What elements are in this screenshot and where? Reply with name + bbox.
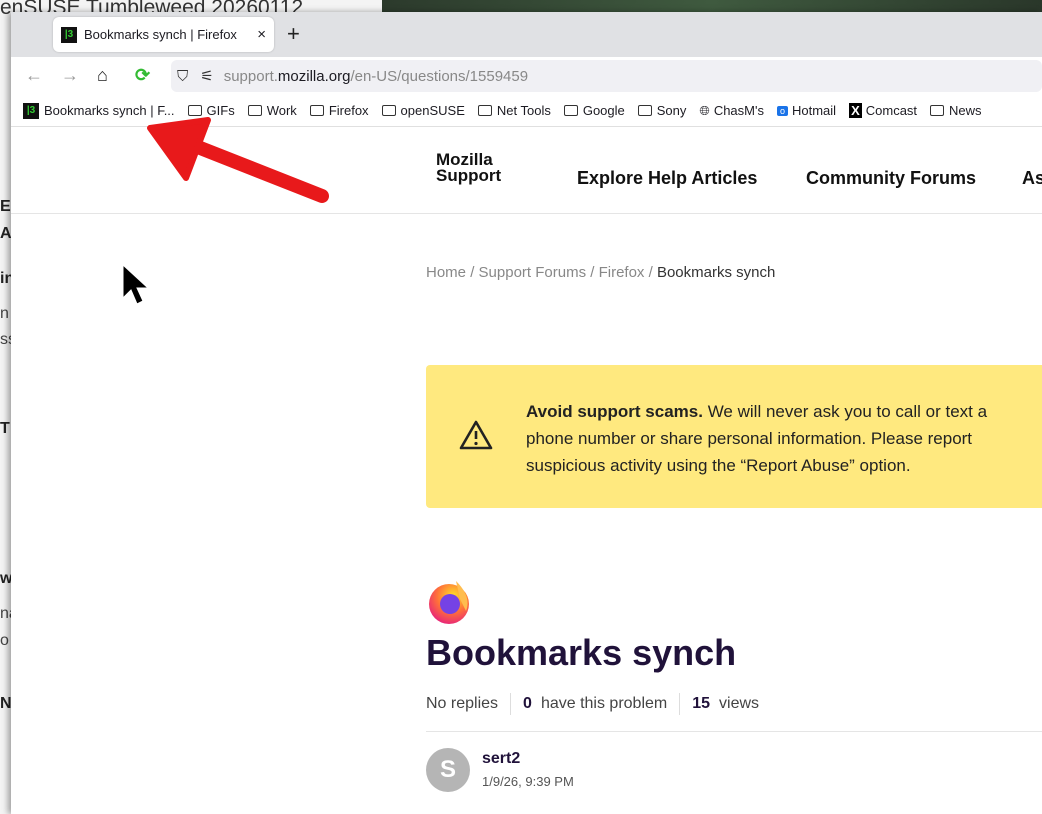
question-stats: No replies 0 have this problem 15 views [426,693,759,715]
bookmark-label: Google [582,103,625,118]
bookmark-label: Net Tools [496,103,551,118]
folder-icon [309,105,324,116]
nav-community-forums[interactable]: Community Forums [806,168,976,189]
bg-fragment: n [0,305,9,322]
url-bar[interactable]: ⛉ ⚟ support. mozilla.org/en-US/questions/… [171,60,1042,92]
bookmark-label: openSUSE [400,103,465,118]
folder-icon [930,105,945,116]
bg-fragment: E [0,198,11,215]
bg-fragment: o [0,632,9,649]
breadcrumb-home[interactable]: Home [426,264,466,281]
warning-icon [459,420,493,450]
post-date: 1/9/26, 9:39 PM [482,774,574,789]
bookmark-label: Hotmail [792,103,837,118]
home-icon[interactable]: ⌂ [97,65,108,86]
bookmark-hotmail[interactable]: o Hotmail [776,103,837,118]
bg-fragment: T [0,420,10,437]
bookmarks-toolbar: |3 Bookmarks synch | F... GIFs Work Firef… [11,95,1042,127]
close-tab-button[interactable]: × [257,26,266,43]
bookmark-label: Comcast [865,103,918,118]
folder-icon [381,105,396,116]
avatar[interactable]: S [426,748,470,792]
bg-fragment: A [0,225,12,242]
breadcrumb-current: Bookmarks synch [656,264,776,281]
breadcrumb-support-forums[interactable]: Support Forums [479,264,587,281]
folder-icon [477,105,492,116]
bookmark-chasms[interactable]: 🌐︎ ChasM's [699,103,764,119]
bookmark-label: Firefox [328,103,369,118]
bookmark-bookmarks-synch[interactable]: |3 Bookmarks synch | F... [23,102,175,119]
nav-ask-a-question[interactable]: As [1022,168,1042,189]
folder-icon [563,105,578,116]
site-favicon-icon: |3 [23,102,39,119]
url-prefix: support. [223,67,278,85]
shield-icon[interactable]: ⛉ [177,68,188,85]
views-count: 15 [692,695,711,712]
extension-reload-icon[interactable]: ⟳ [135,65,150,86]
x-logo-icon: X [849,103,862,118]
back-arrow-icon[interactable]: ← [25,65,43,86]
problem-count: 0 [523,695,532,712]
page-content: Mozilla Support Explore Help Articles Com… [11,127,1042,814]
url-path: /en-US/questions/1559459 [350,67,529,85]
bookmark-comcast[interactable]: X Comcast [849,103,917,118]
desktop-background [382,0,1042,12]
bookmark-label: News [949,103,982,118]
bookmark-folder-news[interactable]: News [930,103,982,118]
bookmark-folder-sony[interactable]: Sony [637,103,687,118]
tab-title: Bookmarks synch | Firefox [84,27,237,42]
nav-explore-help-articles[interactable]: Explore Help Articles [577,168,757,189]
bookmark-folder-firefox[interactable]: Firefox [309,103,369,118]
bookmark-folder-work[interactable]: Work [247,103,297,118]
folder-icon [637,105,652,116]
divider [679,693,681,715]
nav-toolbar: ← → ⌂ ⟳ ⛉ ⚟ support. mozilla.org/en-US/qu… [11,57,1042,95]
divider [426,731,1042,732]
post-author[interactable]: sert2 [482,750,520,768]
url-domain: mozilla.org [277,67,351,85]
firefox-logo-icon [429,581,469,624]
bookmark-label: Bookmarks synch | F... [44,103,175,118]
mozilla-support-logo[interactable]: Mozilla Support [436,151,502,185]
folder-icon [247,105,262,116]
replies-count: No replies [426,695,499,712]
permissions-icon[interactable]: ⚟ [200,67,213,85]
bookmark-folder-google[interactable]: Google [563,103,625,118]
site-favicon-icon: |3 [61,26,77,43]
forward-arrow-icon[interactable]: → [61,65,79,86]
site-header: Mozilla Support Explore Help Articles Com… [11,127,1042,214]
problem-label: have this problem [540,695,668,712]
bookmark-label: Work [266,103,297,118]
breadcrumb-sep: / [648,264,653,281]
bookmark-label: Sony [656,103,687,118]
question-title: Bookmarks synch [426,632,737,673]
bookmark-folder-net-tools[interactable]: Net Tools [477,103,551,118]
globe-icon: 🌐︎ [699,102,710,118]
folder-icon [187,105,202,116]
breadcrumb-firefox[interactable]: Firefox [599,264,645,281]
bookmark-label: ChasM's [713,103,764,118]
bg-fragment: N [0,695,12,712]
breadcrumb-sep: / [470,264,475,281]
breadcrumb-sep: / [590,264,595,281]
scam-warning-banner: Avoid support scams. We will never ask y… [426,365,1042,508]
browser-window: |3 Bookmarks synch | Firefox × + ← → ⌂ ⟳… [11,12,1042,814]
bookmark-folder-opensuse[interactable]: openSUSE [381,103,465,118]
views-label: views [719,695,760,712]
tab-active[interactable]: |3 Bookmarks synch | Firefox × [53,17,274,52]
bookmark-folder-gifs[interactable]: GIFs [187,103,235,118]
outlook-icon: o [776,105,788,116]
divider [510,693,512,715]
alert-heading: Avoid support scams. [526,402,703,421]
logo-line: Support [436,166,502,185]
bookmark-label: GIFs [206,103,235,118]
new-tab-button[interactable]: + [287,21,300,47]
tab-strip: |3 Bookmarks synch | Firefox × + [11,12,1042,57]
breadcrumb: Home / Support Forums / Firefox / Bookma… [426,264,775,281]
